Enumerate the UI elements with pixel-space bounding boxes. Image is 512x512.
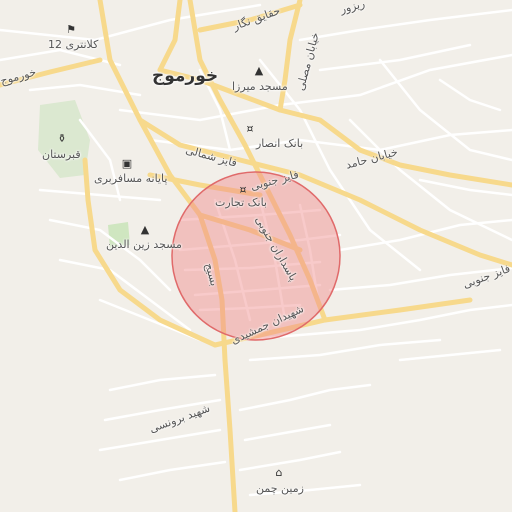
kalantari-label: کلانتری 12 <box>48 38 99 51</box>
zamin-chaman-label: زمین چمن <box>256 482 304 495</box>
map-view[interactable]: خورموج خورموج کلانتری 12 قبرستان پایانه … <box>0 0 512 512</box>
graveyard-icon[interactable]: ⚱ <box>55 131 69 145</box>
police-icon[interactable]: ⚑ <box>64 22 78 36</box>
bank-icon[interactable]: ¤ <box>236 182 250 196</box>
mosque-icon[interactable]: ▲ <box>252 63 266 77</box>
bus-terminal-label: پایانه مسافربری <box>94 172 168 185</box>
stadium-icon[interactable]: ⌂ <box>272 465 286 479</box>
bus-icon[interactable]: ▣ <box>120 156 134 170</box>
mosque-icon[interactable]: ▲ <box>138 222 152 236</box>
bank-tejarat-label: بانک تجارت <box>215 196 267 209</box>
mosque-zein-label: مسجد زین الدین <box>106 238 182 251</box>
city-label: خورموج <box>152 66 219 86</box>
bank-ansar-label: بانک انصار <box>256 137 304 150</box>
mosque-mirza-label: مسجد میرزا <box>232 80 288 93</box>
graveyard-label: قبرستان <box>42 148 81 161</box>
bank-icon[interactable]: ¤ <box>243 121 257 135</box>
